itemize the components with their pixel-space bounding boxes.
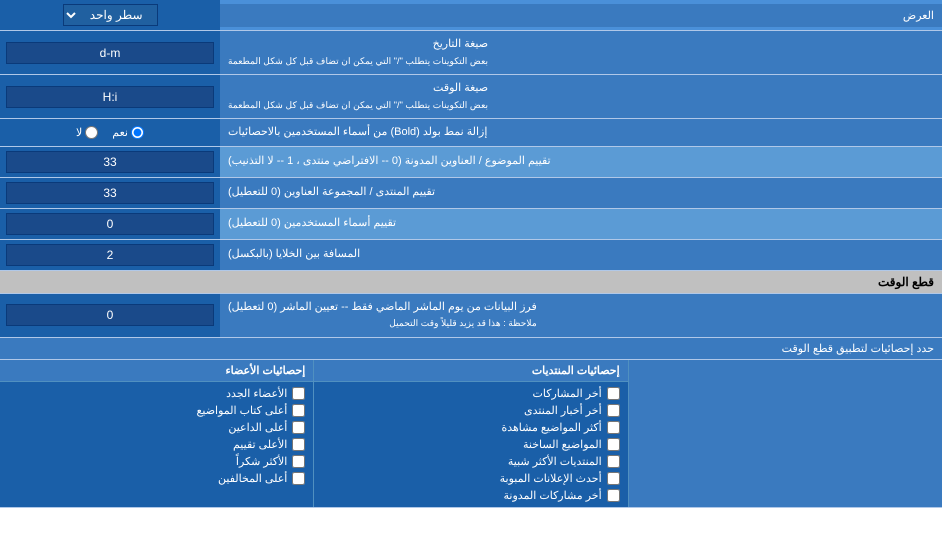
subject-address-row: تقييم الموضوع / العناوين المدونة (0 -- ا… [0, 147, 942, 178]
display-mode-row: العرض سطر واحد عدة أسطر [0, 0, 942, 31]
forum-address-input[interactable] [6, 182, 214, 204]
member-stats-header: إحصائيات الأعضاء [0, 360, 313, 382]
bold-remove-row: إزالة نمط بولد (Bold) من أسماء المستخدمي… [0, 119, 942, 147]
forum-stat-checkbox-5[interactable] [607, 455, 620, 468]
stats-item: أخر المشاركات [322, 385, 619, 402]
stats-item: أعلى كتاب المواضيع [8, 402, 305, 419]
forum-address-label: تقييم المنتدى / المجموعة العناوين (0 للت… [220, 178, 942, 208]
cell-spacing-input[interactable] [6, 244, 214, 266]
date-format-input[interactable] [6, 42, 214, 64]
member-stat-checkbox-1[interactable] [292, 387, 305, 400]
time-format-label: صيغة الوقتبعض التكوينات يتطلب "/" التي ي… [220, 75, 942, 118]
member-stat-checkbox-3[interactable] [292, 421, 305, 434]
time-format-input-cell [0, 75, 220, 118]
stats-item: أخر أخبار المنتدى [322, 402, 619, 419]
date-format-label: صيغة التاريخبعض التكوينات يتطلب "/" التي… [220, 31, 942, 74]
stats-empty-col [628, 360, 942, 507]
stats-item: أحدث الإعلانات المبوبة [322, 470, 619, 487]
forum-stat-checkbox-6[interactable] [607, 472, 620, 485]
forum-address-row: تقييم المنتدى / المجموعة العناوين (0 للت… [0, 178, 942, 209]
stats-item: الأعلى تقييم [8, 436, 305, 453]
member-stats-col: إحصائيات الأعضاء الأعضاء الجدد أعلى كتاب… [0, 360, 313, 507]
username-limit-label: تقييم أسماء المستخدمين (0 للتعطيل) [220, 209, 942, 239]
subject-address-input-cell [0, 147, 220, 177]
forum-stat-checkbox-4[interactable] [607, 438, 620, 451]
forum-stats-items: أخر المشاركات أخر أخبار المنتدى أكثر الم… [314, 382, 627, 507]
username-limit-input[interactable] [6, 213, 214, 235]
member-stat-checkbox-4[interactable] [292, 438, 305, 451]
stats-item: الأكثر شكراً [8, 453, 305, 470]
cell-spacing-row: المسافة بين الخلايا (بالبكسل) [0, 240, 942, 271]
forum-stat-checkbox-2[interactable] [607, 404, 620, 417]
bold-remove-input-cell: نعم لا [0, 119, 220, 146]
bold-no-radio[interactable] [85, 126, 98, 139]
cutoff-input-cell [0, 294, 220, 337]
stats-apply-row: حدد إحصائيات لتطبيق قطع الوقت [0, 338, 942, 360]
stats-item: أعلى الداعين [8, 419, 305, 436]
display-select[interactable]: سطر واحد عدة أسطر [63, 4, 158, 26]
forum-address-input-cell [0, 178, 220, 208]
forum-stat-checkbox-1[interactable] [607, 387, 620, 400]
member-stat-checkbox-6[interactable] [292, 472, 305, 485]
forum-stat-checkbox-3[interactable] [607, 421, 620, 434]
stats-item: الأعضاء الجدد [8, 385, 305, 402]
member-stat-checkbox-5[interactable] [292, 455, 305, 468]
stats-item: المنتديات الأكثر شبية [322, 453, 619, 470]
forum-stats-header: إحصائيات المنتديات [314, 360, 627, 382]
username-limit-input-cell [0, 209, 220, 239]
time-format-row: صيغة الوقتبعض التكوينات يتطلب "/" التي ي… [0, 75, 942, 119]
bold-no-label[interactable]: لا [76, 126, 98, 139]
stats-item: أخر مشاركات المدونة [322, 487, 619, 504]
time-format-input[interactable] [6, 86, 214, 108]
display-select-cell: سطر واحد عدة أسطر [0, 0, 220, 30]
cutoff-input[interactable] [6, 304, 214, 326]
cutoff-label: فرز البيانات من يوم الماشر الماضي فقط --… [220, 294, 942, 337]
cell-spacing-label: المسافة بين الخلايا (بالبكسل) [220, 240, 942, 270]
bold-yes-radio[interactable] [131, 126, 144, 139]
forum-stats-col: إحصائيات المنتديات أخر المشاركات أخر أخب… [313, 360, 627, 507]
subject-address-label: تقييم الموضوع / العناوين المدونة (0 -- ا… [220, 147, 942, 177]
member-stats-items: الأعضاء الجدد أعلى كتاب المواضيع أعلى ال… [0, 382, 313, 490]
cutoff-section-header: قطع الوقت [0, 271, 942, 294]
stats-item: المواضيع الساخنة [322, 436, 619, 453]
date-format-row: صيغة التاريخبعض التكوينات يتطلب "/" التي… [0, 31, 942, 75]
member-stat-checkbox-2[interactable] [292, 404, 305, 417]
stats-item: أكثر المواضيع مشاهدة [322, 419, 619, 436]
subject-address-input[interactable] [6, 151, 214, 173]
stats-section: إحصائيات المنتديات أخر المشاركات أخر أخب… [0, 360, 942, 508]
cutoff-row: فرز البيانات من يوم الماشر الماضي فقط --… [0, 294, 942, 338]
forum-stat-checkbox-7[interactable] [607, 489, 620, 502]
display-label: العرض [220, 4, 942, 27]
bold-yes-label[interactable]: نعم [112, 126, 144, 139]
bold-remove-label: إزالة نمط بولد (Bold) من أسماء المستخدمي… [220, 119, 942, 146]
cell-spacing-input-cell [0, 240, 220, 270]
main-container: العرض سطر واحد عدة أسطر صيغة التاريخبعض … [0, 0, 942, 508]
stats-item: أعلى المخالفين [8, 470, 305, 487]
username-limit-row: تقييم أسماء المستخدمين (0 للتعطيل) [0, 209, 942, 240]
date-format-input-cell [0, 31, 220, 74]
